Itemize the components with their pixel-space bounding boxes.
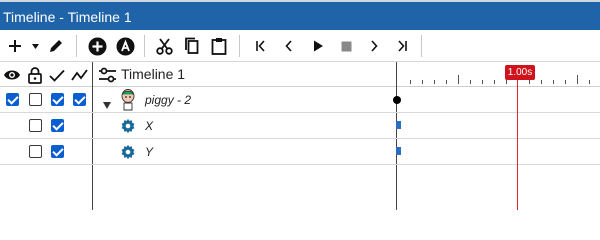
character-avatar-icon <box>120 89 136 116</box>
keyframe-marker[interactable] <box>396 147 401 155</box>
add-keyframe-icon[interactable] <box>86 34 108 58</box>
ruler-tick <box>541 80 542 84</box>
go-to-start-icon[interactable] <box>252 34 270 58</box>
toolbar-separator <box>144 35 145 57</box>
ruler-tick <box>577 75 578 84</box>
toolbar-separator <box>76 35 77 57</box>
copy-icon[interactable] <box>182 34 202 58</box>
window-title-bar: Timeline - Timeline 1 <box>0 0 600 30</box>
keyframe-marker[interactable] <box>393 96 401 104</box>
ruler-tick <box>529 80 530 84</box>
track-enabled-checkbox[interactable] <box>51 145 64 158</box>
timeline-name: Timeline 1 <box>121 66 186 82</box>
track-enabled-checkbox[interactable] <box>51 93 64 106</box>
track-lock-checkbox[interactable] <box>29 119 42 132</box>
track-row-x[interactable]: X <box>0 113 600 139</box>
ruler-tick <box>565 80 566 84</box>
playhead-line[interactable] <box>517 80 518 210</box>
toolbar-separator <box>239 35 240 57</box>
add-icon[interactable] <box>6 34 24 58</box>
time-ruler[interactable] <box>396 62 600 87</box>
auto-key-icon[interactable] <box>114 34 136 58</box>
timeline-toolbar <box>0 30 600 62</box>
track-name: X <box>145 119 154 133</box>
keyframe-marker[interactable] <box>396 121 401 129</box>
ruler-tick <box>553 80 554 84</box>
track-row-y[interactable]: Y <box>0 139 600 165</box>
ruler-tick <box>446 80 447 84</box>
toolbar-separator <box>421 35 422 57</box>
track-name: Y <box>145 145 154 159</box>
window-title: Timeline - Timeline 1 <box>3 9 132 25</box>
checkmark-icon[interactable] <box>48 65 66 85</box>
playhead-time-label[interactable]: 1.00s <box>505 65 535 80</box>
add-dropdown-chevron-icon[interactable] <box>30 34 40 58</box>
ruler-tick <box>589 80 590 84</box>
stop-icon[interactable] <box>337 34 355 58</box>
graph-line-icon[interactable] <box>70 65 90 85</box>
ruler-tick <box>494 80 495 84</box>
ruler-tick <box>458 75 459 84</box>
property-gear-icon <box>120 144 136 165</box>
track-row-piggy[interactable]: piggy - 2 <box>0 87 600 113</box>
go-to-end-icon[interactable] <box>393 34 411 58</box>
ruler-tick <box>506 80 507 84</box>
step-forward-icon[interactable] <box>365 34 383 58</box>
ruler-tick <box>470 80 471 84</box>
track-enabled-checkbox[interactable] <box>51 119 64 132</box>
pencil-icon[interactable] <box>45 34 67 58</box>
timeline-settings-icon[interactable] <box>96 65 118 85</box>
track-lock-checkbox[interactable] <box>29 145 42 158</box>
track-lock-checkbox[interactable] <box>29 93 42 106</box>
lock-icon[interactable] <box>26 65 44 85</box>
property-gear-icon <box>120 118 136 139</box>
cut-icon[interactable] <box>154 34 174 58</box>
ruler-tick <box>410 80 411 84</box>
track-graph-checkbox[interactable] <box>73 93 86 106</box>
ruler-tick <box>482 80 483 84</box>
paste-icon[interactable] <box>209 34 229 58</box>
visibility-eye-icon[interactable] <box>2 65 22 85</box>
expand-chevron-icon[interactable] <box>103 96 111 114</box>
track-visible-checkbox[interactable] <box>6 93 19 106</box>
ruler-tick <box>434 80 435 84</box>
step-back-icon[interactable] <box>280 34 298 58</box>
play-icon[interactable] <box>309 34 327 58</box>
ruler-tick <box>422 80 423 84</box>
track-name: piggy - 2 <box>145 93 192 107</box>
